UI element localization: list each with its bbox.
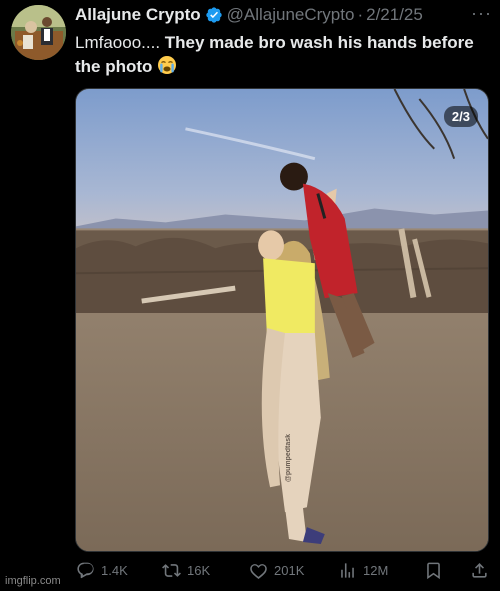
views-chart-icon — [341, 563, 354, 578]
more-options-icon[interactable]: ··· — [471, 4, 492, 22]
separator-dot: · — [357, 5, 364, 24]
bookmark-icon — [427, 562, 440, 580]
tweet-date[interactable]: 2/21/25 — [366, 5, 423, 25]
repost-button[interactable]: 16K — [162, 561, 210, 580]
repost-icon — [162, 564, 181, 577]
reply-icon — [77, 562, 94, 579]
heart-icon — [250, 564, 267, 579]
tweet-text: Lmfaooo.... They made bro wash his hands… — [75, 31, 485, 79]
author-handle[interactable]: @AllajuneCrypto — [227, 5, 355, 25]
like-button[interactable]: 201K — [249, 561, 304, 580]
avatar[interactable] — [11, 5, 66, 60]
media-counter-badge: 2/3 — [443, 106, 478, 127]
author-display-name[interactable]: Allajune Crypto — [75, 5, 201, 25]
views-button[interactable]: 12M — [338, 561, 388, 580]
share-button[interactable] — [470, 561, 489, 580]
bookmark-button[interactable] — [424, 561, 443, 580]
reply-count: 1.4K — [101, 563, 128, 578]
loudly-crying-face-icon — [157, 55, 177, 75]
repost-count: 16K — [187, 563, 211, 578]
reply-button[interactable]: 1.4K — [76, 561, 128, 580]
imgflip-watermark: imgflip.com — [5, 575, 61, 587]
tweet-text-lead: Lmfaooo.... — [75, 33, 165, 52]
tweet-header: Allajune Crypto @AllajuneCrypto · 2/21/2… — [75, 4, 495, 26]
share-icon — [472, 563, 487, 578]
tweet-photo[interactable]: 2/3 @pumpedtask — [75, 88, 489, 552]
views-count: 12M — [363, 563, 389, 578]
action-bar: 1.4K 16K 201K 12M — [76, 561, 494, 583]
like-count: 201K — [274, 563, 305, 578]
photo-watermark: @pumpedtask — [285, 433, 292, 482]
verified-badge-icon — [205, 6, 223, 24]
